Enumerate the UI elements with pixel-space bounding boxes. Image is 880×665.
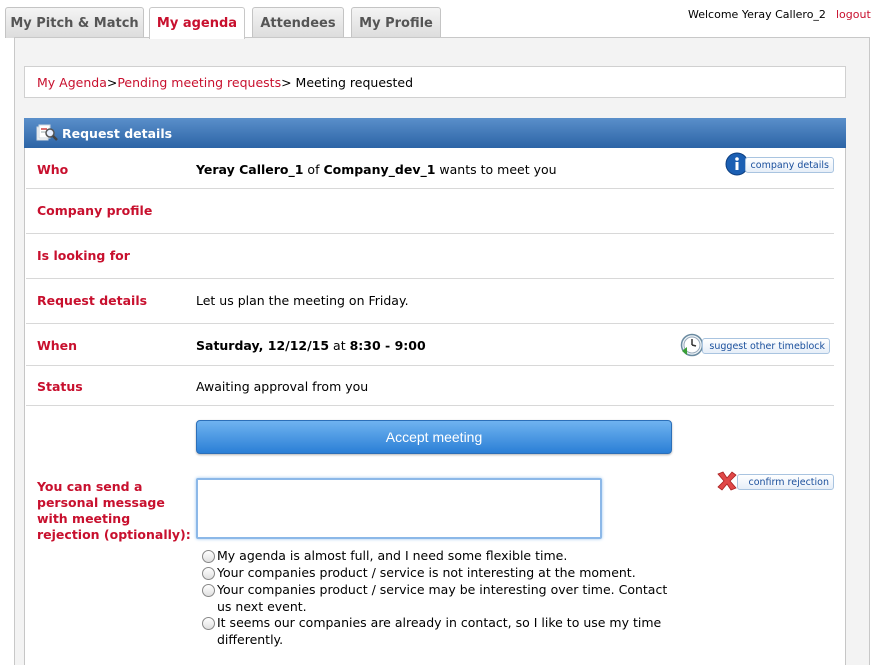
rejection-option[interactable]: My agenda is almost full, and I need som… bbox=[202, 548, 682, 565]
row-request-details bbox=[26, 279, 834, 324]
radio-button[interactable] bbox=[202, 584, 215, 597]
breadcrumb: My Agenda > Pending meeting requests > M… bbox=[24, 66, 846, 98]
looking-for-label: Is looking for bbox=[37, 248, 130, 263]
confirm-rejection-button[interactable]: confirm rejection bbox=[737, 474, 834, 490]
company-profile-label: Company profile bbox=[37, 203, 153, 218]
rejection-option-label: My agenda is almost full, and I need som… bbox=[217, 548, 568, 563]
when-at: at bbox=[329, 338, 350, 353]
when-date: Saturday, 12/12/15 bbox=[196, 338, 330, 353]
accept-meeting-button[interactable]: Accept meeting bbox=[196, 420, 672, 454]
rejection-message-input[interactable] bbox=[196, 478, 602, 539]
logout-link[interactable]: logout bbox=[836, 8, 871, 21]
breadcrumb-current: Meeting requested bbox=[291, 74, 414, 90]
tab-my-profile[interactable]: My Profile bbox=[351, 7, 441, 38]
who-company: Company_dev_1 bbox=[323, 162, 436, 177]
tab-my-pitch-match[interactable]: My Pitch & Match bbox=[5, 7, 144, 38]
status-label: Status bbox=[37, 379, 83, 394]
row-looking-for bbox=[26, 234, 834, 279]
status-value: Awaiting approval from you bbox=[196, 379, 369, 394]
who-label: Who bbox=[37, 162, 69, 177]
suggest-timeblock-button[interactable]: suggest other timeblock bbox=[702, 338, 830, 354]
who-suffix: wants to meet you bbox=[435, 162, 557, 177]
breadcrumb-my-agenda[interactable]: My Agenda bbox=[37, 75, 107, 90]
when-time: 8:30 - 9:00 bbox=[349, 338, 426, 353]
card-header: Request details bbox=[24, 118, 846, 148]
company-details-button[interactable]: company details bbox=[745, 157, 834, 173]
breadcrumb-separator: > bbox=[106, 74, 118, 90]
rejection-option[interactable]: It seems our companies are already in co… bbox=[202, 615, 682, 648]
rejection-option-label: Your companies product / service may be … bbox=[217, 582, 668, 614]
rejection-option-label: It seems our companies are already in co… bbox=[217, 615, 662, 647]
reject-x-icon[interactable] bbox=[715, 469, 739, 493]
who-of: of bbox=[303, 162, 324, 177]
rejection-option[interactable]: Your companies product / service may be … bbox=[202, 582, 682, 615]
tab-attendees[interactable]: Attendees bbox=[252, 7, 344, 38]
radio-button[interactable] bbox=[202, 550, 215, 563]
radio-button[interactable] bbox=[202, 567, 215, 580]
who-value: Yeray Callero_1 of Company_dev_1 wants t… bbox=[196, 162, 557, 177]
card-title: Request details bbox=[62, 125, 173, 141]
rejection-option[interactable]: Your companies product / service is not … bbox=[202, 565, 682, 582]
welcome-text: Welcome Yeray Callero_2 bbox=[688, 8, 826, 21]
request-details-value: Let us plan the meeting on Friday. bbox=[196, 293, 409, 308]
breadcrumb-separator: > bbox=[281, 74, 292, 90]
radio-button[interactable] bbox=[202, 617, 215, 630]
search-document-icon bbox=[36, 124, 58, 141]
request-details-label: Request details bbox=[37, 293, 148, 308]
rejection-option-label: Your companies product / service is not … bbox=[217, 565, 636, 580]
tab-my-agenda[interactable]: My agenda bbox=[149, 7, 245, 39]
when-value: Saturday, 12/12/15 at 8:30 - 9:00 bbox=[196, 338, 426, 353]
row-status bbox=[26, 366, 834, 406]
breadcrumb-pending-requests[interactable]: Pending meeting requests bbox=[117, 75, 281, 90]
rejection-message-label: You can send a personal message with mee… bbox=[37, 479, 191, 542]
clock-icon[interactable] bbox=[680, 333, 704, 357]
when-label: When bbox=[37, 338, 78, 353]
who-person: Yeray Callero_1 bbox=[196, 162, 304, 177]
